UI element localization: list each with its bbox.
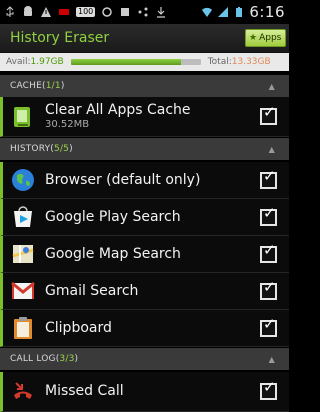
star-icon: ★ — [249, 33, 258, 43]
gmail-icon — [10, 278, 36, 304]
section-count: 3/3 — [59, 354, 75, 364]
collapse-icon: ▲ — [268, 81, 275, 91]
status-bar: 100 6:16 — [0, 0, 289, 24]
cache-size: 30.52MB — [45, 119, 90, 130]
share-icon — [138, 7, 148, 17]
checkbox[interactable]: ✓ — [260, 315, 277, 337]
android-apps-icon — [10, 104, 36, 130]
section-title: HISTORY — [10, 144, 51, 154]
wifi-icon — [202, 7, 213, 17]
list-item-label: Clear All Apps Cache — [45, 102, 191, 118]
total-label: Total: — [207, 57, 232, 67]
clock: 6:16 — [249, 3, 285, 21]
check-icon: ✓ — [263, 277, 276, 296]
missed-call-icon — [10, 379, 36, 405]
battery-percent: 100 — [76, 7, 96, 17]
sync-icon — [102, 7, 113, 17]
warning-icon — [41, 7, 51, 17]
android-icon — [24, 6, 32, 16]
google-play-icon — [10, 204, 36, 230]
status-icons: 100 — [4, 6, 167, 18]
list-item-google-map[interactable]: Google Map Search ✓ — [0, 236, 289, 273]
checkbox[interactable]: ✓ — [260, 278, 277, 300]
check-icon: ✓ — [263, 378, 276, 396]
list-item-label: Missed Call — [45, 383, 124, 399]
title-bar: History Eraser ★ Apps — [0, 24, 289, 53]
signal-icon — [218, 7, 229, 17]
battery-icon — [236, 7, 243, 17]
checkbox[interactable]: ✓ — [260, 241, 277, 263]
section-title: CALL LOG — [10, 354, 56, 364]
list-item-label: Clipboard — [45, 319, 112, 336]
media-icon — [121, 8, 130, 16]
browser-globe-icon — [10, 167, 36, 193]
section-count: 5/5 — [54, 144, 70, 154]
list-item-missed-call[interactable]: Missed Call ✓ — [0, 372, 289, 412]
avail-value: 1.97GB — [30, 57, 64, 67]
list-item-label: Google Map Search — [45, 245, 181, 262]
checkbox[interactable]: ✓ — [260, 104, 277, 125]
check-icon: ✓ — [263, 314, 276, 333]
section-header-call-log[interactable]: CALL LOG(3/3) ▲ — [0, 348, 289, 370]
list-item-label: Google Play Search — [45, 208, 181, 225]
storage-bar: Avail: 1.97GB Total: 13.33GB — [0, 53, 289, 71]
storage-progress — [70, 59, 201, 65]
checkbox[interactable]: ✓ — [260, 379, 277, 400]
list-item-clipboard[interactable]: Clipboard ✓ — [0, 310, 289, 347]
check-icon: ✓ — [263, 240, 276, 259]
checkbox[interactable]: ✓ — [260, 204, 277, 226]
list-item-label: Gmail Search — [45, 282, 139, 299]
section-count: 1/1 — [45, 81, 61, 91]
section-header-history[interactable]: HISTORY(5/5) ▲ — [0, 138, 289, 160]
check-icon: ✓ — [263, 166, 276, 185]
section-header-cache[interactable]: CACHE(1/1) ▲ — [0, 75, 289, 97]
status-right: 6:16 — [201, 3, 285, 21]
avail-label: Avail: — [6, 57, 31, 67]
usb-icon — [6, 6, 14, 17]
battery-small-icon — [59, 9, 69, 15]
app-title: History Eraser — [10, 30, 110, 46]
apps-button-label: Apps — [259, 33, 282, 43]
collapse-icon: ▲ — [268, 354, 275, 364]
section-title: CACHE — [10, 81, 43, 91]
apps-button[interactable]: ★ Apps — [245, 29, 286, 47]
check-icon: ✓ — [263, 203, 276, 222]
check-icon: ✓ — [263, 103, 276, 121]
collapse-icon: ▲ — [268, 144, 275, 154]
list-item-gmail[interactable]: Gmail Search ✓ — [0, 273, 289, 310]
google-maps-icon — [10, 241, 36, 267]
list-item-label: Browser (default only) — [45, 171, 201, 188]
total-value: 13.33GB — [231, 57, 271, 67]
list-item-clear-cache[interactable]: Clear All Apps Cache 30.52MB ✓ — [0, 97, 289, 137]
list-item-google-play[interactable]: Google Play Search ✓ — [0, 199, 289, 236]
download-icon — [157, 7, 166, 18]
list-item-browser[interactable]: Browser (default only) ✓ — [0, 162, 289, 199]
clipboard-icon — [10, 315, 36, 341]
storage-progress-fill — [70, 59, 182, 65]
checkbox[interactable]: ✓ — [260, 167, 277, 189]
